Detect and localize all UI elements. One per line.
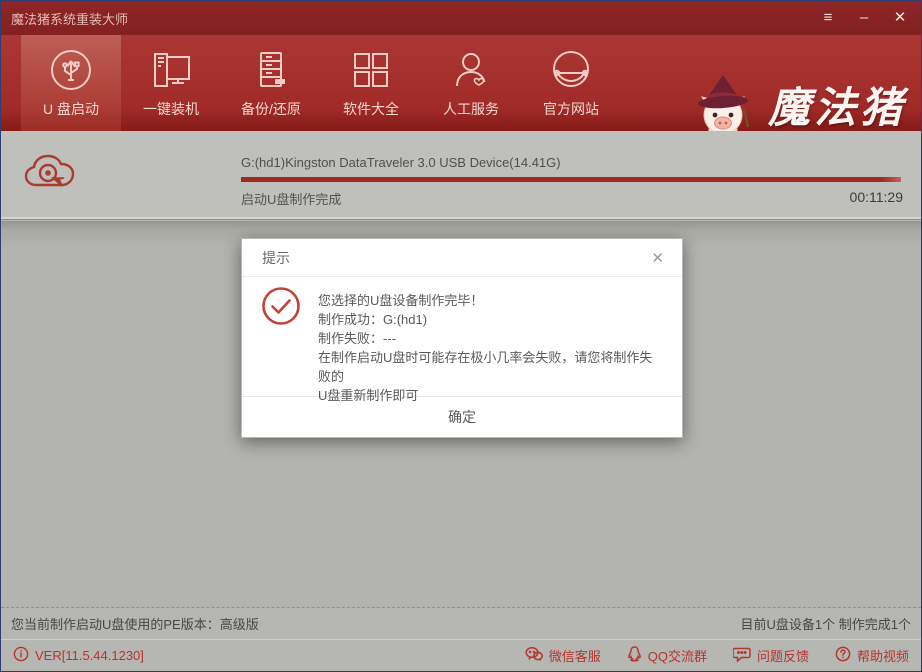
nav-item-backup-restore[interactable]: 备份/还原 [221,35,321,131]
elapsed-timer: 00:11:29 [850,189,903,205]
help-video-link[interactable]: 帮助视频 [835,646,909,665]
nav-item-official-site[interactable]: 官方网站 [521,35,621,131]
dialog-message-line: 您选择的U盘设备制作完毕！ [318,291,662,310]
nav-label: 官方网站 [543,99,599,119]
dialog-message-line: 制作失败：--- [318,329,662,348]
nav-item-one-key-install[interactable]: 一键装机 [121,35,221,131]
main-nav: U 盘启动 一键装机 备份/ [1,35,921,131]
feedback-bubble-icon [733,646,751,665]
usb-icon [48,48,94,92]
help-icon [835,646,851,665]
computer-icon [148,48,194,92]
dialog-title: 提示 [262,248,647,268]
wechat-icon [525,646,543,665]
qq-icon [627,646,642,665]
window-controls: ≡ – ✕ [815,1,913,35]
bottom-bar: VER[11.5.44.1230] 微信客服 [1,639,921,671]
footer-link-label: 微信客服 [549,646,601,665]
menu-icon[interactable]: ≡ [815,5,841,31]
feedback-link[interactable]: 问题反馈 [733,646,809,665]
progress-status-text: 启动U盘制作完成 [241,189,341,208]
footer-link-label: 帮助视频 [857,646,909,665]
success-check-icon [260,285,302,332]
person-icon [448,48,494,92]
dialog-close-icon[interactable]: ✕ [647,247,668,269]
progress-bar-fill [241,177,901,182]
close-icon[interactable]: ✕ [887,5,913,31]
app-title: 魔法猪系统重装大师 [11,9,128,28]
cloud-disc-icon [23,147,77,202]
footer-links: 微信客服 QQ交流群 [525,646,909,665]
minimize-icon[interactable]: – [851,5,877,31]
nav-label: U 盘启动 [43,99,99,119]
nav-item-usb-boot[interactable]: U 盘启动 [21,35,121,131]
footer-link-label: 问题反馈 [757,646,809,665]
footer-link-label: QQ交流群 [648,646,707,665]
dialog-message-line: 在制作启动U盘时可能存在极小几率会失败，请您将制作失败的 [318,348,662,386]
dialog-message-line: U盘重新制作即可 [318,386,662,405]
progress-section: G:(hd1)Kingston DataTraveler 3.0 USB Dev… [1,131,921,220]
pe-version-text: 您当前制作启动U盘使用的PE版本：高级版 [11,614,259,633]
app-window: 魔法猪系统重装大师 ≡ – ✕ U 盘启动 [0,0,922,672]
nav-label: 人工服务 [443,99,499,119]
title-bar: 魔法猪系统重装大师 ≡ – ✕ [1,1,921,35]
nav-label: 软件大全 [343,99,399,119]
completion-dialog: 提示 ✕ 您选择的U盘设备制作完毕！ 制作成功：G:(hd1) 制作失败：---… [241,238,683,438]
qq-group-link[interactable]: QQ交流群 [627,646,707,665]
usb-device-label: G:(hd1)Kingston DataTraveler 3.0 USB Dev… [241,155,561,170]
dialog-header: 提示 ✕ [242,239,682,277]
backup-icon [248,48,294,92]
version-info: VER[11.5.44.1230] [13,646,144,665]
info-icon [13,646,29,665]
status-bar: 您当前制作启动U盘使用的PE版本：高级版 目前U盘设备1个 制作完成1个 [1,607,921,639]
nav-item-software[interactable]: 软件大全 [321,35,421,131]
dialog-message-line: 制作成功：G:(hd1) [318,310,662,329]
ok-button[interactable]: 确定 [408,401,516,433]
progress-bar [241,177,901,182]
nav-item-support[interactable]: 人工服务 [421,35,521,131]
version-text: VER[11.5.44.1230] [35,648,144,663]
dialog-body: 您选择的U盘设备制作完毕！ 制作成功：G:(hd1) 制作失败：--- 在制作启… [242,277,682,396]
nav-label: 备份/还原 [241,99,301,119]
device-count-text: 目前U盘设备1个 制作完成1个 [741,614,911,633]
wechat-support-link[interactable]: 微信客服 [525,646,601,665]
nav-label: 一键装机 [143,99,199,119]
globe-icon [548,48,594,92]
software-grid-icon [348,48,394,92]
brand-name-cn: 魔法猪 [768,87,911,129]
